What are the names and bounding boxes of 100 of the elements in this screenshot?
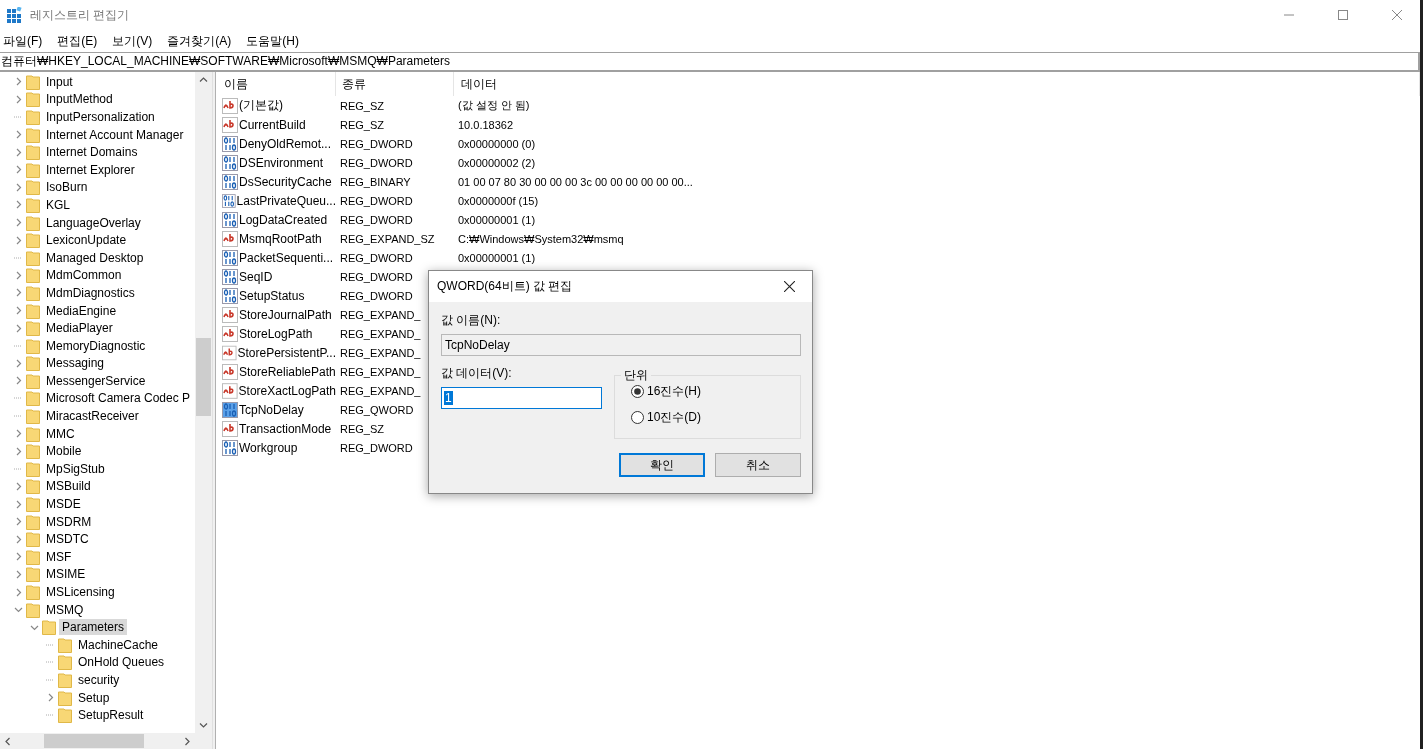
value-name[interactable]: StoreXactLogPath: [238, 383, 336, 398]
tree-line-icon: [46, 643, 54, 646]
tree-item[interactable]: LexiconUpdate: [43, 232, 130, 249]
value-name[interactable]: DSEnvironment: [239, 155, 324, 170]
value-type: REG_DWORD: [340, 137, 413, 150]
vertical-scrollbar[interactable]: [195, 72, 212, 733]
value-name[interactable]: LastPrivateQueu...: [236, 193, 336, 208]
tree-line-icon: [46, 661, 54, 664]
folder-icon: [26, 161, 40, 178]
tree-item[interactable]: MSLicensing: [43, 584, 118, 600]
value-data-field[interactable]: 1: [441, 387, 602, 409]
tree-item[interactable]: MSMQ: [43, 601, 87, 618]
tree-item[interactable]: MemoryDiagnostic: [43, 337, 149, 354]
value-name[interactable]: StoreLogPath: [239, 326, 313, 341]
value-name[interactable]: CurrentBuild: [239, 117, 306, 132]
value-name[interactable]: PacketSequenti...: [239, 250, 334, 265]
scroll-thumb[interactable]: [196, 338, 211, 416]
horizontal-scrollbar[interactable]: [0, 733, 212, 749]
dialog-button[interactable]: 확인: [619, 453, 705, 477]
menu-item[interactable]: 편집(E): [56, 32, 105, 50]
tree-item[interactable]: MSBuild: [43, 478, 94, 495]
tree-item[interactable]: MessengerService: [43, 372, 149, 389]
folder-icon: [26, 460, 40, 477]
folder-icon: [58, 636, 72, 653]
value-name-field[interactable]: TcpNoDelay: [441, 334, 801, 356]
group-title: 단위: [621, 367, 651, 384]
tree-item[interactable]: KGL: [43, 196, 73, 213]
tree-item[interactable]: InputPersonalization: [43, 109, 158, 125]
tree-item[interactable]: MSDTC: [43, 531, 92, 548]
tree-item[interactable]: MSF: [43, 548, 75, 565]
folder-icon: [26, 91, 40, 108]
folder-icon: [26, 496, 40, 513]
value-name[interactable]: Workgroup: [239, 440, 298, 455]
tree-item[interactable]: security: [75, 672, 123, 688]
value-type: REG_EXPAND_: [340, 346, 421, 359]
tree-item[interactable]: Parameters: [59, 619, 128, 636]
tree-item[interactable]: LanguageOverlay: [43, 214, 144, 231]
menu-item[interactable]: 보기(V): [111, 32, 160, 50]
tree-item[interactable]: Internet Account Manager: [43, 126, 187, 143]
tree-item[interactable]: MMC: [43, 425, 78, 442]
menu-item[interactable]: 도움말(H): [245, 32, 306, 50]
menu-item[interactable]: 파일(F): [2, 32, 50, 50]
radio-button[interactable]: [631, 411, 644, 424]
value-data: 0x00000001 (1): [458, 213, 536, 226]
tree-item[interactable]: IsoBurn: [43, 179, 91, 196]
address-bar[interactable]: 컴퓨터₩HKEY_LOCAL_MACHINE₩SOFTWARE₩Microsoft₩MSMQ₩Parameters: [0, 52, 1420, 72]
folder-icon: [26, 372, 40, 389]
tree-item[interactable]: Setup: [75, 689, 113, 706]
tree-item[interactable]: MiracastReceiver: [43, 408, 142, 425]
value-name[interactable]: TransactionMode: [239, 421, 332, 436]
tree-item[interactable]: SetupResult: [75, 707, 147, 724]
tree-item[interactable]: Internet Explorer: [43, 161, 138, 178]
tree-item[interactable]: InputMethod: [43, 91, 116, 108]
tree-item[interactable]: MSIME: [43, 566, 89, 583]
tree-item[interactable]: Mobile: [43, 443, 85, 460]
folder-icon: [26, 408, 40, 425]
value-data: (값 설정 안 됨): [458, 98, 530, 113]
scroll-thumb[interactable]: [44, 734, 144, 748]
tree-item[interactable]: MachineCache: [75, 636, 162, 653]
value-name[interactable]: SeqID: [239, 269, 273, 284]
value-name[interactable]: DenyOldRemot...: [239, 136, 332, 151]
tree-item[interactable]: MSDE: [43, 496, 84, 513]
tree-item[interactable]: Internet Domains: [43, 144, 141, 161]
folder-icon: [58, 689, 72, 706]
value-name[interactable]: (기본값): [239, 97, 283, 114]
column-header[interactable]: 이름: [218, 72, 336, 96]
column-header[interactable]: 데이터: [455, 72, 1420, 96]
registry-app-icon: [6, 7, 22, 23]
tree-item[interactable]: MpSigStub: [43, 460, 108, 477]
tree-item[interactable]: MSDRM: [43, 513, 95, 530]
column-header[interactable]: 종류: [336, 72, 454, 96]
value-name[interactable]: DsSecurityCache: [239, 174, 332, 189]
value-name[interactable]: SetupStatus: [239, 288, 305, 303]
tree-item[interactable]: Managed Desktop: [43, 249, 147, 266]
close-icon: [783, 281, 795, 292]
tree-item[interactable]: MdmDiagnostics: [43, 284, 138, 301]
close-icon: [1392, 10, 1402, 20]
tree-item[interactable]: Messaging: [43, 355, 108, 372]
dialog-button[interactable]: 취소: [715, 453, 801, 477]
folder-icon: [26, 337, 40, 354]
tree-item[interactable]: MediaPlayer: [43, 320, 116, 337]
value-name[interactable]: TcpNoDelay: [239, 402, 304, 417]
tree-item[interactable]: Microsoft Camera Codec P: [43, 390, 194, 407]
value-name[interactable]: LogDataCreated: [239, 212, 328, 227]
radio-button[interactable]: [631, 385, 644, 398]
value-name[interactable]: StorePersistentP...: [237, 345, 336, 360]
folder-icon: [26, 179, 40, 196]
tree-item[interactable]: MediaEngine: [43, 302, 120, 319]
tree-item[interactable]: Input: [43, 73, 76, 90]
tree-item[interactable]: MdmCommon: [43, 267, 125, 284]
menu-item[interactable]: 즐겨찾기(A): [166, 32, 239, 50]
tree-item[interactable]: OnHold Queues: [75, 654, 168, 671]
radio-label[interactable]: 10진수(D): [647, 409, 701, 426]
value-name[interactable]: MsmqRootPath: [239, 231, 322, 246]
value-type: REG_EXPAND_: [340, 384, 421, 397]
folder-icon: [26, 390, 40, 407]
value-name[interactable]: StoreReliablePath: [239, 364, 336, 379]
chevron-down-icon[interactable]: [13, 605, 23, 615]
radio-label[interactable]: 16진수(H): [647, 383, 701, 400]
value-name[interactable]: StoreJournalPath: [239, 307, 332, 322]
